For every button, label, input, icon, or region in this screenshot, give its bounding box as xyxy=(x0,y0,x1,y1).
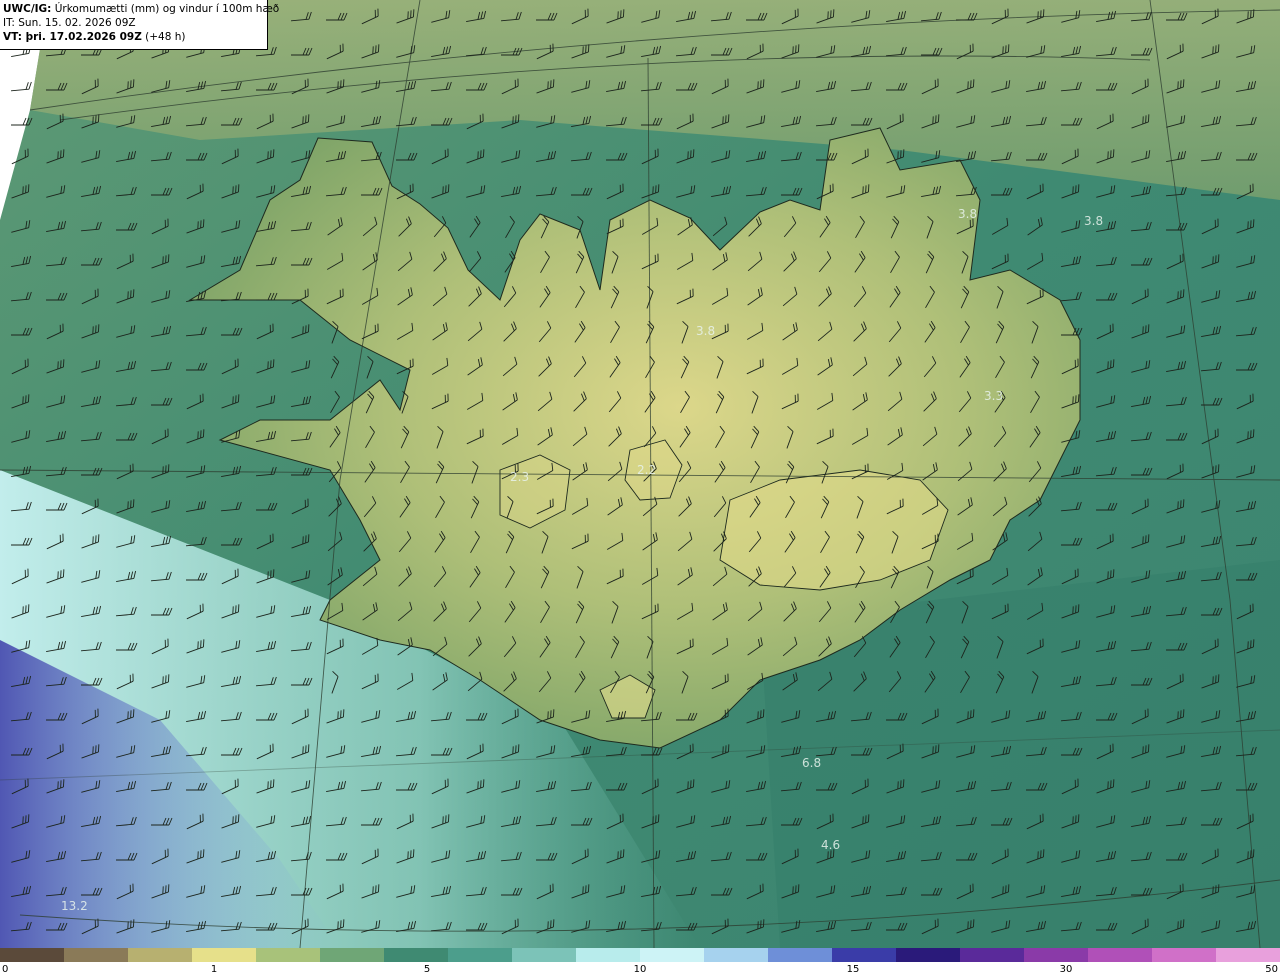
colorbar-segment xyxy=(192,948,256,962)
colorbar-tick: 15 xyxy=(846,964,860,975)
colorbar-segment xyxy=(576,948,640,962)
precipitation-colorbar: 0 1 5 10 15 30 50 xyxy=(0,948,1280,978)
valid-time-line: VT: þri. 17.02.2026 09Z (+48 h) xyxy=(3,31,186,43)
colorbar-strip xyxy=(0,948,1280,962)
colorbar-segment xyxy=(512,948,576,962)
colorbar-segment xyxy=(832,948,896,962)
colorbar-segment xyxy=(1152,948,1216,962)
value-label: 6.8 xyxy=(802,756,821,770)
value-label: 3.8 xyxy=(1084,214,1103,228)
colorbar-segment xyxy=(640,948,704,962)
colorbar-tick: 30 xyxy=(1059,964,1073,975)
colorbar-segment xyxy=(448,948,512,962)
colorbar-segment xyxy=(1088,948,1152,962)
colorbar-tick: 50 xyxy=(1265,964,1278,975)
colorbar-tick: 1 xyxy=(210,964,218,975)
value-label: 3.8 xyxy=(958,207,977,221)
precipitation-wind-map: 3.8 3.8 3.8 3.3 2.3 2.2 6.8 4.6 13.2 xyxy=(0,0,1280,948)
colorbar-segment xyxy=(256,948,320,962)
colorbar-segment xyxy=(320,948,384,962)
colorbar-segment xyxy=(64,948,128,962)
value-label: 3.3 xyxy=(984,389,1003,403)
colorbar-segment xyxy=(768,948,832,962)
colorbar-segment xyxy=(0,948,64,962)
value-label: 13.2 xyxy=(61,899,88,913)
colorbar-segment xyxy=(896,948,960,962)
value-label: 3.8 xyxy=(696,324,715,338)
value-label: 4.6 xyxy=(821,838,840,852)
colorbar-segment xyxy=(384,948,448,962)
colorbar-tick: 0 xyxy=(2,964,9,975)
init-time-line: IT: Sun. 15. 02. 2026 09Z xyxy=(3,17,136,29)
colorbar-segment xyxy=(128,948,192,962)
colorbar-segment xyxy=(1024,948,1088,962)
colorbar-segment xyxy=(1216,948,1280,962)
colorbar-tick: 5 xyxy=(423,964,431,975)
title-line: UWC/IG: Úrkomumætti (mm) og vindur í 100… xyxy=(3,3,280,15)
map-info-box: UWC/IG: Úrkomumætti (mm) og vindur í 100… xyxy=(0,0,280,50)
colorbar-segment xyxy=(704,948,768,962)
colorbar-segment xyxy=(960,948,1024,962)
colorbar-tick: 10 xyxy=(633,964,647,975)
value-label: 2.3 xyxy=(510,470,529,484)
value-label: 2.2 xyxy=(637,463,656,477)
